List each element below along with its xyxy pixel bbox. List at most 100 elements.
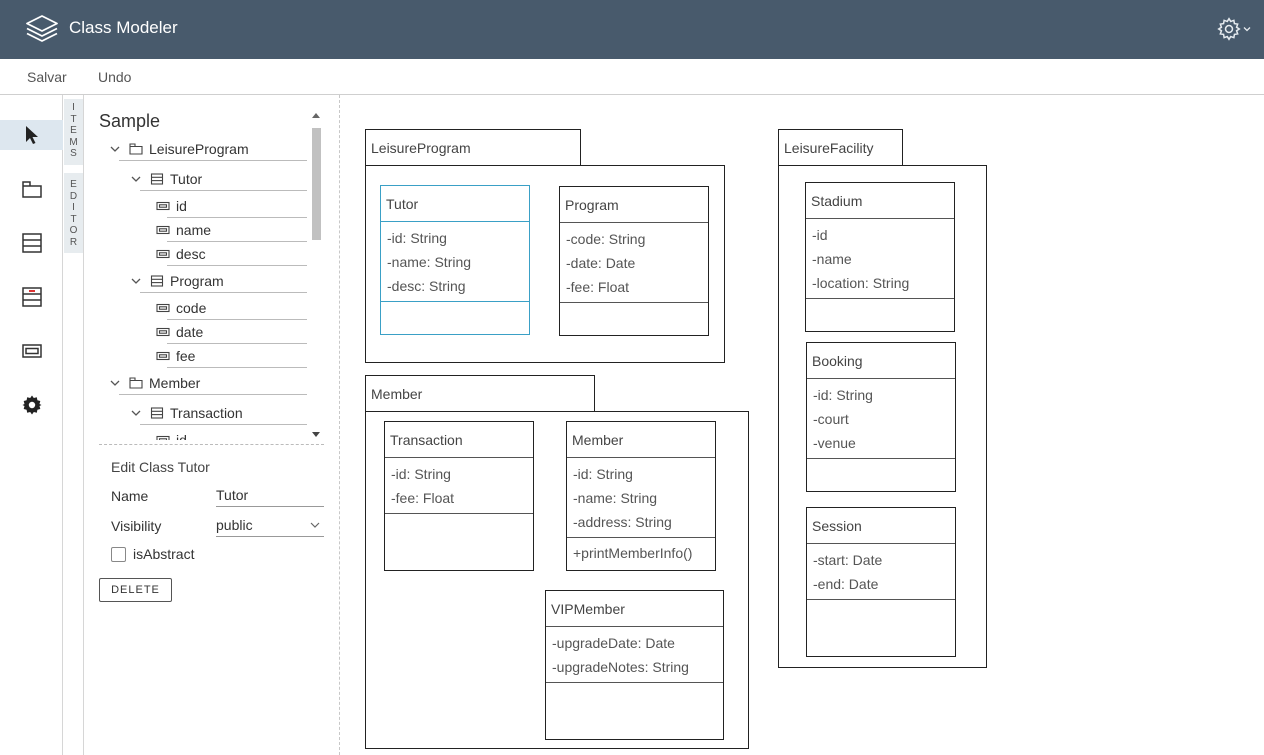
settings-button[interactable]	[0, 390, 63, 420]
tree-item-package[interactable]: Member	[109, 371, 307, 395]
add-package-button[interactable]	[0, 174, 63, 204]
tab-editor[interactable]: EDITOR	[64, 173, 83, 253]
class-attribute[interactable]: -court	[813, 407, 955, 431]
tree-item-attribute[interactable]: id	[156, 428, 307, 440]
tree-item-class[interactable]: Tutor	[130, 167, 307, 191]
class-name[interactable]: Booking	[807, 343, 955, 379]
class-attribute[interactable]: -name: String	[573, 486, 715, 510]
tree-item-package[interactable]: LeisureProgram	[109, 137, 307, 161]
class-attribute[interactable]: -id: String	[391, 462, 533, 486]
class-attribute[interactable]: -date: Date	[566, 251, 708, 275]
layers-logo-icon	[26, 15, 58, 42]
class-attribute[interactable]: -id: String	[387, 226, 529, 250]
add-attribute-button[interactable]	[0, 336, 63, 366]
class-attribute[interactable]: -name: String	[387, 250, 529, 274]
chevron-down-icon[interactable]	[130, 407, 142, 419]
class-attribute[interactable]: -start: Date	[813, 548, 955, 572]
chevron-down-icon[interactable]	[109, 377, 121, 389]
visibility-label: Visibility	[111, 518, 162, 534]
package-tab-leisureprogram[interactable]: LeisureProgram	[365, 129, 581, 166]
tree-item-attribute[interactable]: fee	[156, 344, 307, 368]
is-abstract-checkbox[interactable]	[111, 547, 126, 562]
add-enum-button[interactable]	[0, 282, 63, 312]
tool-rail	[0, 95, 63, 755]
folder-icon	[129, 377, 143, 389]
tree-item-class[interactable]: Program	[130, 269, 307, 293]
name-field[interactable]: Tutor	[216, 483, 324, 507]
tree-item-attribute[interactable]: desc	[156, 242, 307, 266]
class-attribute[interactable]: -end: Date	[813, 572, 955, 596]
class-attribute[interactable]: -id: String	[813, 383, 955, 407]
undo-button[interactable]: Undo	[98, 69, 131, 85]
tree-item-class[interactable]: Transaction	[130, 401, 307, 425]
diagram-canvas[interactable]: LeisureProgram Member LeisureFacility Tu…	[341, 95, 1264, 755]
toolbar: Salvar Undo	[0, 59, 1264, 95]
class-box[interactable]: Tutor -id: String -name: String -desc: Stri…	[380, 185, 530, 335]
tree-item-attribute[interactable]: name	[156, 218, 307, 242]
scroll-thumb[interactable]	[312, 128, 321, 240]
chevron-down-icon[interactable]	[109, 143, 121, 155]
select-tool-button[interactable]	[0, 120, 63, 150]
class-attribute[interactable]: -upgradeDate: Date	[552, 631, 723, 655]
class-attribute[interactable]: -fee: Float	[566, 275, 708, 299]
class-attribute[interactable]: -id	[812, 223, 954, 247]
class-box[interactable]: Transaction -id: String -fee: Float	[384, 421, 534, 571]
save-button[interactable]: Salvar	[27, 69, 67, 85]
class-box[interactable]: Stadium -id -name -location: String	[805, 182, 955, 332]
class-box[interactable]: Session -start: Date -end: Date	[806, 507, 956, 657]
visibility-select[interactable]: public	[216, 513, 324, 537]
class-name[interactable]: VIPMember	[546, 591, 723, 627]
class-attribute[interactable]: -venue	[813, 431, 955, 455]
tree-item-label: name	[176, 222, 212, 238]
class-box[interactable]: Member -id: String -name: String -address: …	[566, 421, 716, 571]
tab-items[interactable]: ITEMS	[64, 99, 83, 165]
package-tab-member[interactable]: Member	[365, 375, 595, 412]
row-underline	[119, 394, 307, 395]
class-attribute[interactable]: -code: String	[566, 227, 708, 251]
tree-title: Sample	[99, 111, 161, 131]
delete-button[interactable]: DELETE	[99, 578, 172, 602]
class-attribute[interactable]: -fee: Float	[391, 486, 533, 510]
row-underline	[140, 190, 307, 191]
class-name[interactable]: Transaction	[385, 422, 533, 458]
class-name[interactable]: Program	[560, 187, 708, 223]
tree-scrollbar[interactable]	[310, 110, 322, 440]
tree-item-attribute[interactable]: date	[156, 320, 307, 344]
tree-item-label: id	[176, 198, 187, 214]
attribute-icon	[156, 303, 170, 313]
tree-item-attribute[interactable]: code	[156, 296, 307, 320]
item-tree: LeisureProgram Tutor id name desc Program code…	[99, 137, 307, 440]
attribute-icon	[156, 201, 170, 211]
class-attribute[interactable]: -address: String	[573, 510, 715, 534]
tree-item-label: date	[176, 324, 204, 340]
attribute-icon	[21, 344, 42, 358]
tree-panel: Sample LeisureProgram Tutor id name desc Prog…	[84, 95, 340, 755]
class-attributes: -id: String -court -venue	[807, 379, 955, 459]
class-box[interactable]: Booking -id: String -court -venue	[806, 342, 956, 492]
tree-item-label: id	[176, 432, 187, 440]
settings-menu[interactable]	[1216, 16, 1256, 42]
class-name[interactable]: Tutor	[381, 186, 529, 222]
package-tab-leisurefacility[interactable]: LeisureFacility	[778, 129, 903, 166]
class-attributes: -id: String -fee: Float	[385, 458, 533, 514]
class-box[interactable]: VIPMember -upgradeDate: Date -upgradeNotes…	[545, 590, 724, 740]
folder-icon	[21, 181, 42, 198]
add-class-button[interactable]	[0, 228, 63, 258]
chevron-down-icon[interactable]	[130, 275, 142, 287]
class-operation[interactable]: +printMemberInfo()	[573, 541, 715, 565]
class-attribute[interactable]: -upgradeNotes: String	[552, 655, 723, 679]
class-attribute[interactable]: -location: String	[812, 271, 954, 295]
chevron-down-icon[interactable]	[130, 173, 142, 185]
class-attribute[interactable]: -name	[812, 247, 954, 271]
class-name[interactable]: Member	[567, 422, 715, 458]
class-name[interactable]: Stadium	[806, 183, 954, 219]
app-header: Class Modeler	[0, 0, 1264, 59]
tree-item-attribute[interactable]: id	[156, 194, 307, 218]
class-attribute[interactable]: -desc: String	[387, 274, 529, 298]
tree-item-label: Member	[149, 375, 201, 391]
class-box[interactable]: Program -code: String -date: Date -fee: Flo…	[559, 186, 709, 336]
class-icon	[150, 407, 164, 419]
class-name[interactable]: Session	[807, 508, 955, 544]
class-attribute[interactable]: -id: String	[573, 462, 715, 486]
class-attributes: -start: Date -end: Date	[807, 544, 955, 600]
